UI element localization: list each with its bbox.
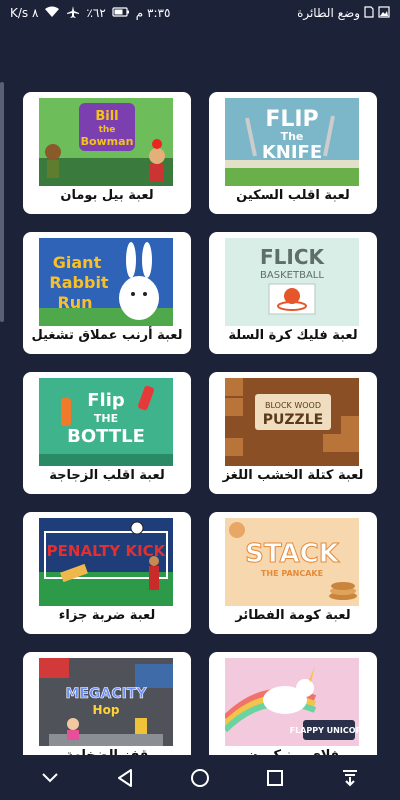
status-bar: ٣:٣٥ م ٦٢٪ ٨ K/s وضع الطائرة bbox=[0, 0, 400, 26]
svg-text:Giant: Giant bbox=[53, 253, 102, 272]
game-card-penalty-kick[interactable]: PENALTY KICK لعبة ضربة جزاء bbox=[23, 512, 191, 634]
game-title: لعبة بيل بومان bbox=[60, 188, 154, 203]
svg-text:FLIP: FLIP bbox=[265, 107, 318, 132]
game-title: لعبة ضربة جزاء bbox=[58, 608, 156, 623]
game-thumbnail[interactable]: Flip THE BOTTLE bbox=[39, 378, 173, 466]
svg-text:THE PANCAKE: THE PANCAKE bbox=[261, 569, 323, 578]
game-thumbnail[interactable]: Bill the Bowman bbox=[39, 98, 173, 186]
svg-text:Flip: Flip bbox=[87, 390, 125, 411]
svg-text:BOTTLE: BOTTLE bbox=[67, 426, 145, 447]
svg-text:the: the bbox=[99, 125, 116, 135]
network-speed: ٨ K/s bbox=[10, 6, 39, 20]
airplane-icon bbox=[66, 5, 80, 21]
game-card-stack-the-pancake[interactable]: STACK THE PANCAKE لعبة كومة الفطائر bbox=[209, 512, 377, 634]
game-thumbnail[interactable]: STACK THE PANCAKE bbox=[225, 518, 359, 606]
svg-text:STACK: STACK bbox=[245, 539, 340, 569]
game-title: لعبة كتلة الخشب اللغز bbox=[222, 468, 364, 483]
game-thumbnail[interactable]: PENALTY KICK bbox=[39, 518, 173, 606]
game-card-giant-rabbit-run[interactable]: Giant Rabbit Run لعبة أرنب عملاق تشغيل bbox=[23, 232, 191, 354]
time: ٣:٣٥ م bbox=[135, 6, 171, 20]
svg-text:BLOCK WOOD: BLOCK WOOD bbox=[265, 401, 321, 410]
chevron-down-icon[interactable] bbox=[33, 761, 67, 795]
svg-text:Bowman: Bowman bbox=[81, 135, 134, 148]
game-thumbnail[interactable]: BLOCK WOOD PUZZLE bbox=[225, 378, 359, 466]
game-thumbnail[interactable]: MEGACITY Hop bbox=[39, 658, 173, 746]
game-card-flip-the-knife[interactable]: FLIP The KNIFE لعبة اقلب السكين bbox=[209, 92, 377, 214]
game-thumbnail[interactable]: FLICK BASKETBALL bbox=[225, 238, 359, 326]
game-title: لعبة فليك كرة السلة bbox=[228, 328, 358, 343]
svg-text:FLAPPY UNICORN: FLAPPY UNICORN bbox=[290, 726, 359, 735]
game-title: لعبة كومة الفطائر bbox=[235, 608, 351, 623]
game-thumbnail[interactable]: Giant Rabbit Run bbox=[39, 238, 173, 326]
svg-text:PENALTY KICK: PENALTY KICK bbox=[47, 542, 167, 560]
notification-pull-icon[interactable] bbox=[333, 761, 367, 795]
status-right: وضع الطائرة bbox=[297, 6, 390, 20]
game-thumbnail[interactable]: FLIP The KNIFE bbox=[225, 98, 359, 186]
sim-icon bbox=[364, 6, 374, 20]
svg-text:Rabbit: Rabbit bbox=[49, 273, 109, 292]
scroll-indicator[interactable] bbox=[0, 82, 4, 322]
game-card-flip-the-bottle[interactable]: Flip THE BOTTLE لعبة اقلب الزجاجة bbox=[23, 372, 191, 494]
svg-text:PUZZLE: PUZZLE bbox=[263, 412, 323, 428]
system-nav-bar bbox=[0, 755, 400, 800]
svg-text:THE: THE bbox=[94, 412, 118, 425]
game-title: لعبة اقلب السكين bbox=[236, 188, 350, 203]
game-card-block-wood-puzzle[interactable]: BLOCK WOOD PUZZLE لعبة كتلة الخشب اللغز bbox=[209, 372, 377, 494]
game-title: لعبة أرنب عملاق تشغيل bbox=[31, 328, 183, 343]
battery-percent: ٦٢٪ bbox=[86, 6, 106, 20]
svg-text:Run: Run bbox=[57, 293, 92, 312]
game-thumbnail[interactable]: FLAPPY UNICORN bbox=[225, 658, 359, 746]
airplane-mode-label: وضع الطائرة bbox=[297, 6, 360, 20]
wifi-icon bbox=[44, 6, 60, 20]
game-card-flick-basketball[interactable]: FLICK BASKETBALL لعبة فليك كرة السلة bbox=[209, 232, 377, 354]
battery-icon bbox=[112, 7, 130, 19]
svg-text:FLICK: FLICK bbox=[260, 245, 326, 269]
svg-text:MEGACITY: MEGACITY bbox=[66, 686, 148, 702]
home-icon[interactable] bbox=[183, 761, 217, 795]
game-card-bill-the-bowman[interactable]: Bill the Bowman لعبة بيل بومان bbox=[23, 92, 191, 214]
status-left: ٣:٣٥ م ٦٢٪ ٨ K/s bbox=[10, 5, 170, 21]
image-icon bbox=[378, 6, 390, 20]
recents-icon[interactable] bbox=[258, 761, 292, 795]
svg-text:Hop: Hop bbox=[93, 703, 120, 717]
svg-text:Bill: Bill bbox=[95, 109, 118, 124]
game-title: لعبة اقلب الزجاجة bbox=[49, 468, 165, 483]
back-icon[interactable] bbox=[108, 761, 142, 795]
svg-text:BASKETBALL: BASKETBALL bbox=[260, 270, 324, 281]
svg-text:KNIFE: KNIFE bbox=[262, 142, 322, 163]
